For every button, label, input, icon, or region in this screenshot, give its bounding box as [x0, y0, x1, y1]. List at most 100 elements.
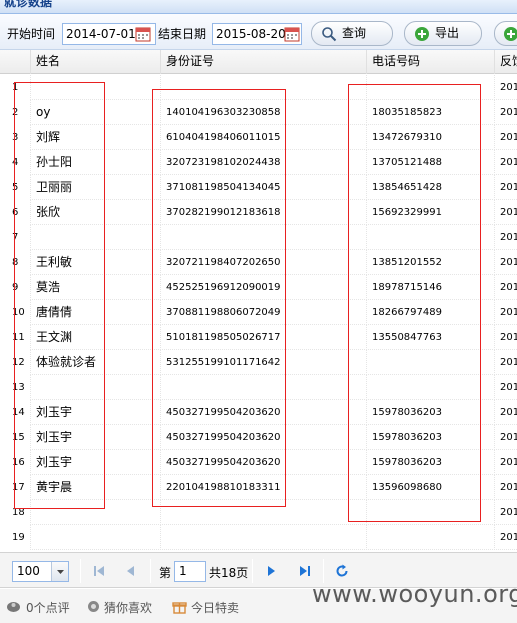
cell-feedback: 201	[494, 175, 517, 200]
cell-name: oy	[30, 100, 160, 125]
row-number: 9	[0, 275, 30, 300]
cell-phone	[366, 525, 494, 550]
table-row[interactable]: 15刘玉宇45032719950420362015978036203201	[0, 425, 517, 450]
row-number: 11	[0, 325, 30, 350]
cell-phone	[366, 500, 494, 525]
row-number: 4	[0, 150, 30, 175]
cell-id-number: 450327199504203620	[160, 450, 366, 475]
cell-id-number: 320723198102024438	[160, 150, 366, 175]
row-number: 1	[0, 75, 30, 100]
cell-phone: 13705121488	[366, 150, 494, 175]
row-number: 8	[0, 250, 30, 275]
cell-phone: 13472679310	[366, 125, 494, 150]
cell-name	[30, 75, 160, 100]
table-row[interactable]: 6张欣37028219901218361815692329991201	[0, 200, 517, 225]
prev-page-icon[interactable]	[122, 562, 140, 580]
column-header-id[interactable]: 身份证号	[160, 50, 366, 74]
column-header-phone[interactable]: 电话号码	[366, 50, 494, 74]
table-row[interactable]: 2oy14010419630323085818035185823201	[0, 100, 517, 125]
cell-name: 刘玉宇	[30, 450, 160, 475]
pager-separator	[80, 559, 81, 583]
first-page-icon[interactable]	[90, 562, 108, 580]
cell-feedback: 201	[494, 275, 517, 300]
query-button[interactable]: 查询	[311, 21, 393, 46]
table-row[interactable]: 1 201	[0, 75, 517, 100]
export-button[interactable]: 导出	[404, 21, 482, 46]
table-row[interactable]: 9莫浩45252519691209001918978715146201	[0, 275, 517, 300]
search-icon	[321, 26, 337, 42]
table-row[interactable]: 19 201	[0, 525, 517, 550]
page-number-input[interactable]: 1	[174, 561, 206, 582]
today-deals-link[interactable]: 今日特卖	[191, 599, 239, 616]
row-number: 3	[0, 125, 30, 150]
cell-id-number: 610404198406011015	[160, 125, 366, 150]
table-row[interactable]: 18 201	[0, 500, 517, 525]
refresh-icon[interactable]	[333, 562, 351, 580]
table-row[interactable]: 12体验就诊者531255199101171642 201	[0, 350, 517, 375]
cell-id-number: 371081198504134045	[160, 175, 366, 200]
cell-id-number: 452525196912090019	[160, 275, 366, 300]
cell-phone: 13596098680	[366, 475, 494, 500]
cell-name: 王文渊	[30, 325, 160, 350]
cell-phone: 18035185823	[366, 100, 494, 125]
cell-id-number: 450327199504203620	[160, 425, 366, 450]
table-row[interactable]: 4孙士阳32072319810202443813705121488201	[0, 150, 517, 175]
calendar-icon[interactable]	[283, 24, 301, 44]
cell-feedback: 201	[494, 300, 517, 325]
row-number: 19	[0, 525, 30, 550]
cell-name: 体验就诊者	[30, 350, 160, 375]
cell-phone	[366, 375, 494, 400]
calendar-icon[interactable]	[134, 24, 152, 44]
last-page-icon[interactable]	[296, 562, 314, 580]
guess-you-like-link[interactable]: 猜你喜欢	[104, 599, 152, 616]
cell-feedback: 201	[494, 100, 517, 125]
column-header-name[interactable]: 姓名	[30, 50, 160, 74]
cell-id-number: 531255199101171642	[160, 350, 366, 375]
table-row[interactable]: 10唐倩倩37088119880607204918266797489201	[0, 300, 517, 325]
cell-name: 黄宇晨	[30, 475, 160, 500]
pager-separator	[252, 559, 253, 583]
start-date-label: 开始时间	[7, 27, 56, 41]
cell-feedback: 201	[494, 325, 517, 350]
table-row[interactable]: 16刘玉宇45032719950420362015978036203201	[0, 450, 517, 475]
table-row[interactable]: 11王文渊51018119850502671713550847763201	[0, 325, 517, 350]
table-row[interactable]: 5卫丽丽37108119850413404513854651428201	[0, 175, 517, 200]
cell-phone: 13851201552	[366, 250, 494, 275]
cell-phone: 15978036203	[366, 425, 494, 450]
table-row[interactable]: 3刘辉61040419840601101513472679310201	[0, 125, 517, 150]
column-header-feedback[interactable]: 反馈	[494, 50, 517, 74]
row-number: 14	[0, 400, 30, 425]
table-row[interactable]: 13 201	[0, 375, 517, 400]
table-row[interactable]: 8王利敏32072119840720265013851201552201	[0, 250, 517, 275]
cell-feedback: 201	[494, 200, 517, 225]
pager-separator	[150, 559, 151, 583]
page-total: 共18页	[209, 566, 249, 580]
cell-phone	[366, 350, 494, 375]
cell-name	[30, 225, 160, 250]
more-button[interactable]	[494, 21, 517, 46]
window-title-bar: 就诊数据	[0, 0, 517, 14]
reviews-link[interactable]: 0个点评	[26, 599, 70, 616]
page-size-select[interactable]: 100	[12, 561, 69, 582]
cell-phone: 18266797489	[366, 300, 494, 325]
data-grid: 姓名 身份证号 电话号码 反馈 12012oy14010419630323085…	[0, 50, 517, 552]
table-row[interactable]: 7 201	[0, 225, 517, 250]
end-date-label: 结束日期	[158, 27, 207, 41]
chevron-down-icon[interactable]	[51, 562, 68, 581]
cell-phone: 18978715146	[366, 275, 494, 300]
cell-name: 王利敏	[30, 250, 160, 275]
cell-name	[30, 525, 160, 550]
cell-name: 刘玉宇	[30, 425, 160, 450]
row-number: 7	[0, 225, 30, 250]
cell-name: 唐倩倩	[30, 300, 160, 325]
cell-phone: 15692329991	[366, 200, 494, 225]
cell-id-number	[160, 225, 366, 250]
export-button-label: 导出	[435, 26, 460, 40]
table-row[interactable]: 14刘玉宇45032719950420362015978036203201	[0, 400, 517, 425]
cell-feedback: 201	[494, 400, 517, 425]
heart-icon	[86, 599, 101, 614]
table-row[interactable]: 17黄宇晨22010419881018331113596098680201	[0, 475, 517, 500]
cell-name: 刘辉	[30, 125, 160, 150]
next-page-icon[interactable]	[262, 562, 280, 580]
cell-id-number	[160, 525, 366, 550]
